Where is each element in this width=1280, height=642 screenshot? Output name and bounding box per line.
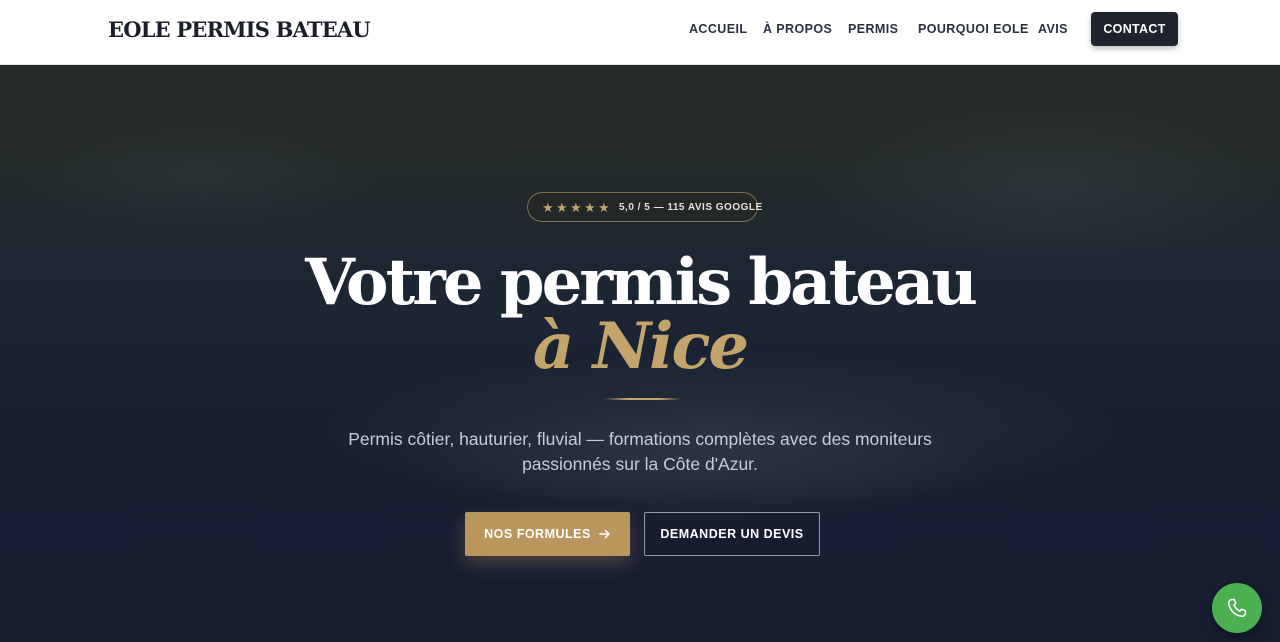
main-nav: ACCUEIL À PROPOS PERMIS POURQUOI EOLE AV… (0, 0, 1280, 65)
demander-devis-button[interactable]: DEMANDER UN DEVIS (644, 512, 820, 556)
star-icon: ★ (584, 199, 596, 215)
nav-item-pourquoi-eole[interactable]: POURQUOI EOLE (918, 21, 1029, 37)
nos-formules-button[interactable]: NOS FORMULES (465, 512, 630, 556)
nav-item-avis[interactable]: AVIS (1038, 21, 1068, 37)
arrow-right-icon (599, 529, 610, 539)
hero-section: ★ ★ ★ ★ ★ 5,0 / 5 — 115 AVIS GOOGLE Votr… (0, 65, 1280, 642)
hero-subtitle-line1: Permis côtier, hauturier, fluvial — form… (348, 429, 932, 449)
nav-item-accueil[interactable]: ACCUEIL (689, 21, 747, 37)
star-icon: ★ (542, 199, 554, 215)
hero-subtitle: Permis côtier, hauturier, fluvial — form… (340, 427, 940, 477)
hero-title-accent: à Nice (532, 309, 749, 384)
nav-item-permis[interactable]: PERMIS (848, 21, 898, 37)
star-icon: ★ (570, 199, 582, 215)
nav-item-a-propos[interactable]: À PROPOS (763, 21, 832, 37)
rating-stars: ★ ★ ★ ★ ★ (542, 201, 611, 214)
rating-text: 5,0 / 5 — 115 AVIS GOOGLE (619, 201, 763, 213)
google-rating-badge: ★ ★ ★ ★ ★ 5,0 / 5 — 115 AVIS GOOGLE (527, 192, 762, 222)
star-icon: ★ (556, 199, 568, 215)
star-icon: ★ (598, 199, 610, 215)
title-divider (604, 398, 682, 400)
phone-call-button[interactable] (1212, 583, 1262, 633)
nos-formules-label: NOS FORMULES (484, 527, 591, 541)
contact-button[interactable]: CONTACT (1091, 12, 1178, 46)
phone-icon (1227, 598, 1247, 618)
hero-subtitle-line2: passionnés sur la Côte d'Azur. (522, 454, 758, 474)
site-header: EOLE PERMIS BATEAU ACCUEIL À PROPOS PERM… (0, 0, 1280, 65)
